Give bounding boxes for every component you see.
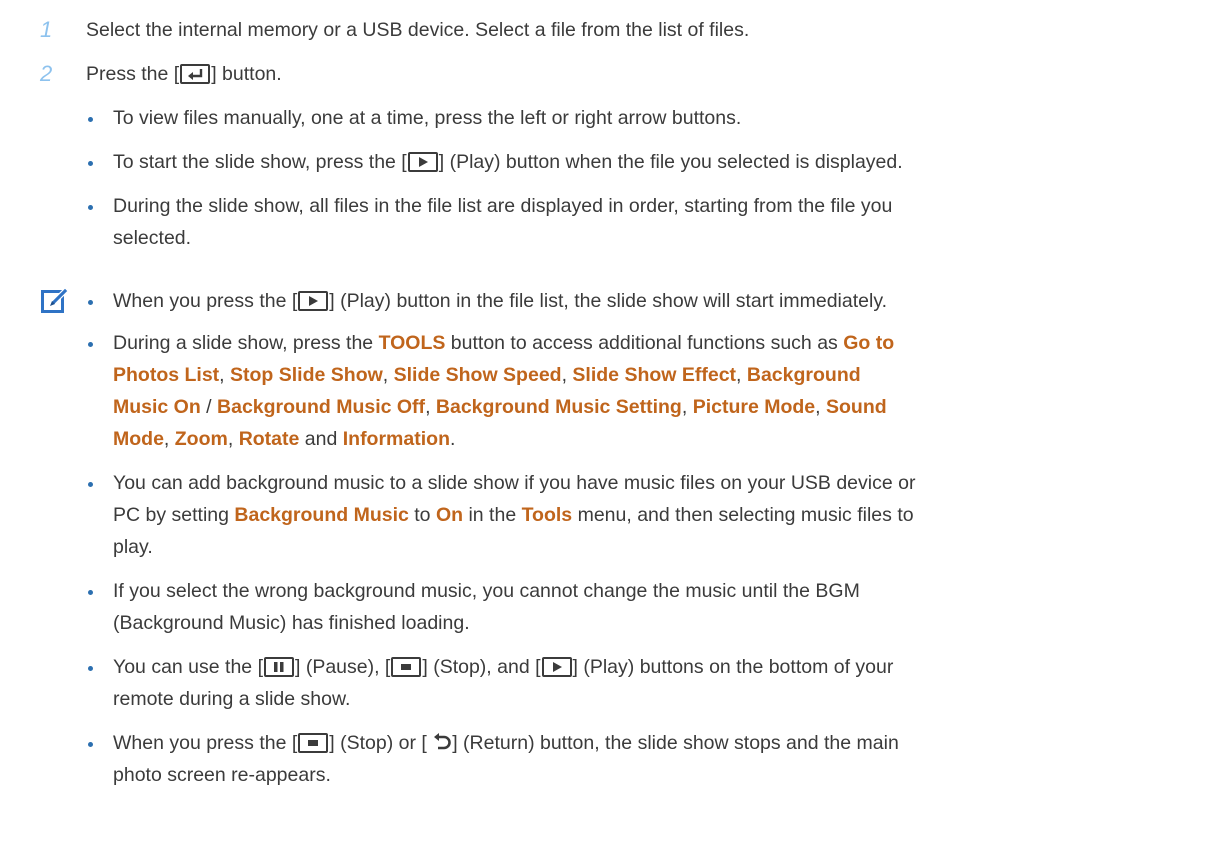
note-2-line-4: Mode, Zoom, Rotate and Information. bbox=[113, 428, 456, 450]
enter-icon bbox=[180, 64, 211, 84]
step-2-bullet-3-line-1: During the slide show, all files in the … bbox=[113, 195, 893, 217]
term-information: Information bbox=[342, 428, 450, 450]
bullet-dot bbox=[88, 300, 93, 305]
play-icon bbox=[407, 152, 438, 172]
note-3-line-2: PC by setting Background Music to On in … bbox=[113, 504, 914, 526]
note-5-line-1: You can use the [] (Pause), [] (Stop), a… bbox=[113, 656, 894, 678]
term-slide-show-effect: Slide Show Effect bbox=[572, 364, 737, 386]
term-zoom: Zoom bbox=[174, 428, 228, 450]
bullet-dot bbox=[88, 117, 93, 122]
note-2-line-2: Photos List, Stop Slide Show, Slide Show… bbox=[113, 364, 861, 386]
step-2-bullet-3-line-2: selected. bbox=[113, 227, 192, 249]
play-icon bbox=[541, 657, 572, 677]
term-background-music: Background Music bbox=[234, 504, 409, 526]
term-on: On bbox=[435, 504, 464, 526]
term-background-music-setting: Background Music Setting bbox=[435, 396, 682, 418]
note-pencil-icon bbox=[41, 287, 69, 313]
bullet-dot bbox=[88, 482, 93, 487]
note-2-line-1: During a slide show, press the TOOLS but… bbox=[113, 332, 895, 354]
pause-icon bbox=[263, 657, 294, 677]
note-5-line-2: remote during a slide show. bbox=[113, 688, 351, 710]
bullet-dot bbox=[88, 205, 93, 210]
step-2-bullet-2: To start the slide show, press the [] (P… bbox=[113, 151, 903, 173]
note-4-line-2: (Background Music) has finished loading. bbox=[113, 612, 470, 634]
note-6-line-1: When you press the [] (Stop) or [ ] (Ret… bbox=[113, 732, 899, 754]
term-tools: TOOLS bbox=[378, 332, 446, 354]
step-2-text: Press the [] button. bbox=[86, 63, 282, 85]
manual-page: 1 Select the internal memory or a USB de… bbox=[0, 0, 1210, 867]
term-music-on: Music On bbox=[113, 396, 201, 418]
bullet-dot bbox=[88, 342, 93, 347]
bullet-dot bbox=[88, 161, 93, 166]
term-mode: Mode bbox=[113, 428, 164, 450]
term-stop-slide-show: Stop Slide Show bbox=[230, 364, 383, 386]
step-2-bullet-1: To view files manually, one at a time, p… bbox=[113, 107, 742, 129]
term-photos-list: Photos List bbox=[113, 364, 220, 386]
note-4-line-1: If you select the wrong background music… bbox=[113, 580, 860, 602]
term-rotate: Rotate bbox=[238, 428, 300, 450]
note-3-line-1: You can add background music to a slide … bbox=[113, 472, 916, 494]
term-tools-menu: Tools bbox=[521, 504, 573, 526]
note-1: When you press the [] (Play) button in t… bbox=[113, 290, 888, 312]
bullet-dot bbox=[88, 742, 93, 747]
stop-icon bbox=[391, 657, 422, 677]
return-icon bbox=[434, 733, 451, 750]
step-number-1: 1 bbox=[40, 17, 53, 42]
note-3-line-3: play. bbox=[113, 536, 153, 558]
term-sound: Sound bbox=[825, 396, 887, 418]
term-slide-show-speed: Slide Show Speed bbox=[393, 364, 562, 386]
bullet-dot bbox=[88, 590, 93, 595]
bullet-dot bbox=[88, 666, 93, 671]
step-1-text: Select the internal memory or a USB devi… bbox=[86, 19, 750, 41]
play-icon bbox=[298, 291, 329, 311]
term-background-music-off: Background Music Off bbox=[217, 396, 426, 418]
note-2-line-3: Music On / Background Music Off, Backgro… bbox=[113, 396, 887, 418]
step-number-2: 2 bbox=[40, 61, 53, 86]
note-6-line-2: photo screen re-appears. bbox=[113, 764, 331, 786]
stop-icon bbox=[298, 733, 329, 753]
term-background: Background bbox=[746, 364, 861, 386]
term-go-to: Go to bbox=[843, 332, 895, 354]
term-picture-mode: Picture Mode bbox=[692, 396, 816, 418]
